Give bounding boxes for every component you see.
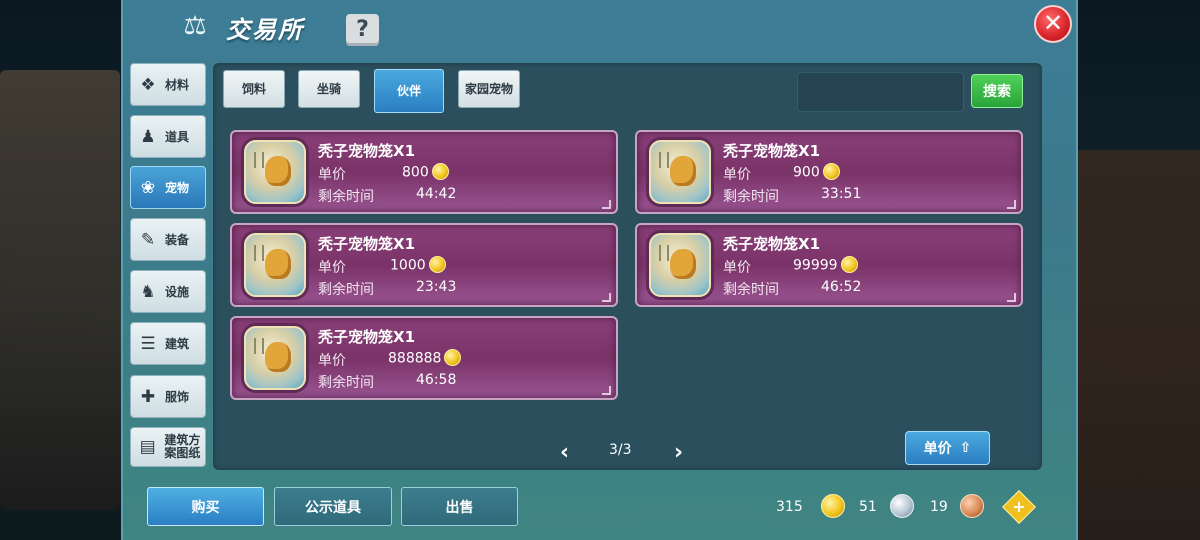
gold-coin-icon [431, 163, 449, 180]
prev-page-button[interactable]: ‹ [560, 440, 569, 465]
silver-amount: 51 [859, 499, 877, 515]
time-left-label: 剩余时间 [318, 375, 374, 391]
gold-coin-icon [428, 256, 446, 273]
listing-card[interactable]: 秃子宠物笼X1 单价 99999 剩余时间 46:52 [635, 223, 1023, 307]
category-label: 服饰 [165, 390, 190, 404]
listing-card[interactable]: 秃子宠物笼X1 单价 1000 剩余时间 23:43 [230, 223, 618, 307]
background-stone [0, 70, 120, 510]
category-label: 装备 [165, 233, 190, 247]
listing-name: 秃子宠物笼X1 [318, 328, 416, 346]
category-label: 设施 [165, 285, 190, 299]
time-left-label: 剩余时间 [723, 189, 779, 205]
page-indicator: 3/3 [609, 442, 632, 458]
corner-decoration [602, 386, 611, 395]
listing-name: 秃子宠物笼X1 [318, 235, 416, 253]
category-clothing[interactable]: ✚ 服饰 [130, 375, 206, 418]
bronze-coin-icon [960, 494, 984, 518]
close-button[interactable]: ✕ [1034, 5, 1072, 43]
pet-cage-icon [244, 326, 306, 390]
background-wood [1075, 150, 1200, 540]
tab-mounts[interactable]: 坐骑 [298, 70, 360, 108]
time-left-value: 23:43 [416, 279, 457, 295]
time-left-value: 33:51 [821, 186, 862, 202]
tab-feed[interactable]: 饲料 [223, 70, 285, 108]
price-label: 单价 [723, 260, 751, 276]
materials-icon: ❖ [140, 74, 156, 95]
category-items[interactable]: ♟ 道具 [130, 115, 206, 158]
pet-cage-icon [649, 233, 711, 297]
price-label: 单价 [318, 167, 346, 183]
tab-sell[interactable]: 出售 [401, 487, 518, 526]
listing-name: 秃子宠物笼X1 [318, 142, 416, 160]
category-label: 宠物 [165, 181, 190, 195]
time-left-label: 剩余时间 [318, 189, 374, 205]
facility-icon: ♞ [140, 281, 156, 302]
item-icon: ♟ [140, 126, 156, 147]
time-left-label: 剩余时间 [723, 282, 779, 298]
pet-cage-icon [244, 233, 306, 297]
scale-icon: ⚖ [183, 11, 207, 41]
sort-label: 单价 [923, 441, 952, 457]
listing-card[interactable]: 秃子宠物笼X1 单价 888888 剩余时间 46:58 [230, 316, 618, 400]
tab-public-items[interactable]: 公示道具 [274, 487, 392, 526]
category-label: 建筑 [165, 337, 190, 351]
pet-cage-icon [244, 140, 306, 204]
tab-home-pets[interactable]: 家园宠物 [458, 70, 520, 108]
price-value: 1000 [390, 256, 446, 274]
blueprint-icon: ▤ [139, 437, 156, 457]
silver-coin-icon [890, 494, 914, 518]
gold-coin-icon [821, 494, 845, 518]
corner-decoration [1007, 293, 1016, 302]
equipment-icon: ✎ [140, 229, 156, 250]
time-left-value: 46:52 [821, 279, 862, 295]
category-facilities[interactable]: ♞ 设施 [130, 270, 206, 313]
category-equipment[interactable]: ✎ 装备 [130, 218, 206, 261]
corner-decoration [602, 293, 611, 302]
page-title: 交易所 [226, 16, 304, 44]
tab-buy[interactable]: 购买 [147, 487, 264, 526]
listing-name: 秃子宠物笼X1 [723, 142, 821, 160]
tab-partners[interactable]: 伙伴 [374, 69, 444, 113]
time-left-label: 剩余时间 [318, 282, 374, 298]
price-label: 单价 [723, 167, 751, 183]
gold-coin-icon [840, 256, 858, 273]
help-button[interactable]: ? [346, 14, 379, 46]
sort-by-price-button[interactable]: 单价 ⇧ [905, 431, 990, 465]
plus-icon: + [1012, 497, 1026, 516]
next-page-button[interactable]: › [674, 440, 683, 465]
price-value: 888888 [388, 349, 462, 367]
clothing-icon: ✚ [140, 386, 156, 407]
time-left-value: 46:58 [416, 372, 457, 388]
category-materials[interactable]: ❖ 材料 [130, 63, 206, 106]
category-label: 道具 [165, 130, 190, 144]
bronze-amount: 19 [930, 499, 948, 515]
price-label: 单价 [318, 353, 346, 369]
building-icon: ☰ [140, 333, 156, 354]
sort-arrow-icon: ⇧ [959, 440, 972, 456]
search-input[interactable] [797, 72, 964, 112]
category-blueprints[interactable]: ▤ 建筑方案图纸 [130, 427, 206, 467]
listing-name: 秃子宠物笼X1 [723, 235, 821, 253]
price-value: 800 [402, 163, 449, 181]
gold-coin-icon [444, 349, 462, 366]
category-pets[interactable]: ❀ 宠物 [130, 166, 206, 209]
price-value: 99999 [793, 256, 858, 274]
search-button[interactable]: 搜索 [971, 74, 1023, 108]
corner-decoration [1007, 200, 1016, 209]
paw-icon: ❀ [140, 177, 156, 198]
corner-decoration [602, 200, 611, 209]
price-label: 单价 [318, 260, 346, 276]
time-left-value: 44:42 [416, 186, 457, 202]
price-value: 900 [793, 163, 840, 181]
listing-card[interactable]: 秃子宠物笼X1 单价 800 剩余时间 44:42 [230, 130, 618, 214]
listing-card[interactable]: 秃子宠物笼X1 单价 900 剩余时间 33:51 [635, 130, 1023, 214]
gold-coin-icon [822, 163, 840, 180]
category-label: 建筑方案图纸 [164, 433, 201, 460]
gold-amount: 315 [776, 499, 803, 515]
category-label: 材料 [165, 78, 190, 92]
pet-cage-icon [649, 140, 711, 204]
category-buildings[interactable]: ☰ 建筑 [130, 322, 206, 365]
